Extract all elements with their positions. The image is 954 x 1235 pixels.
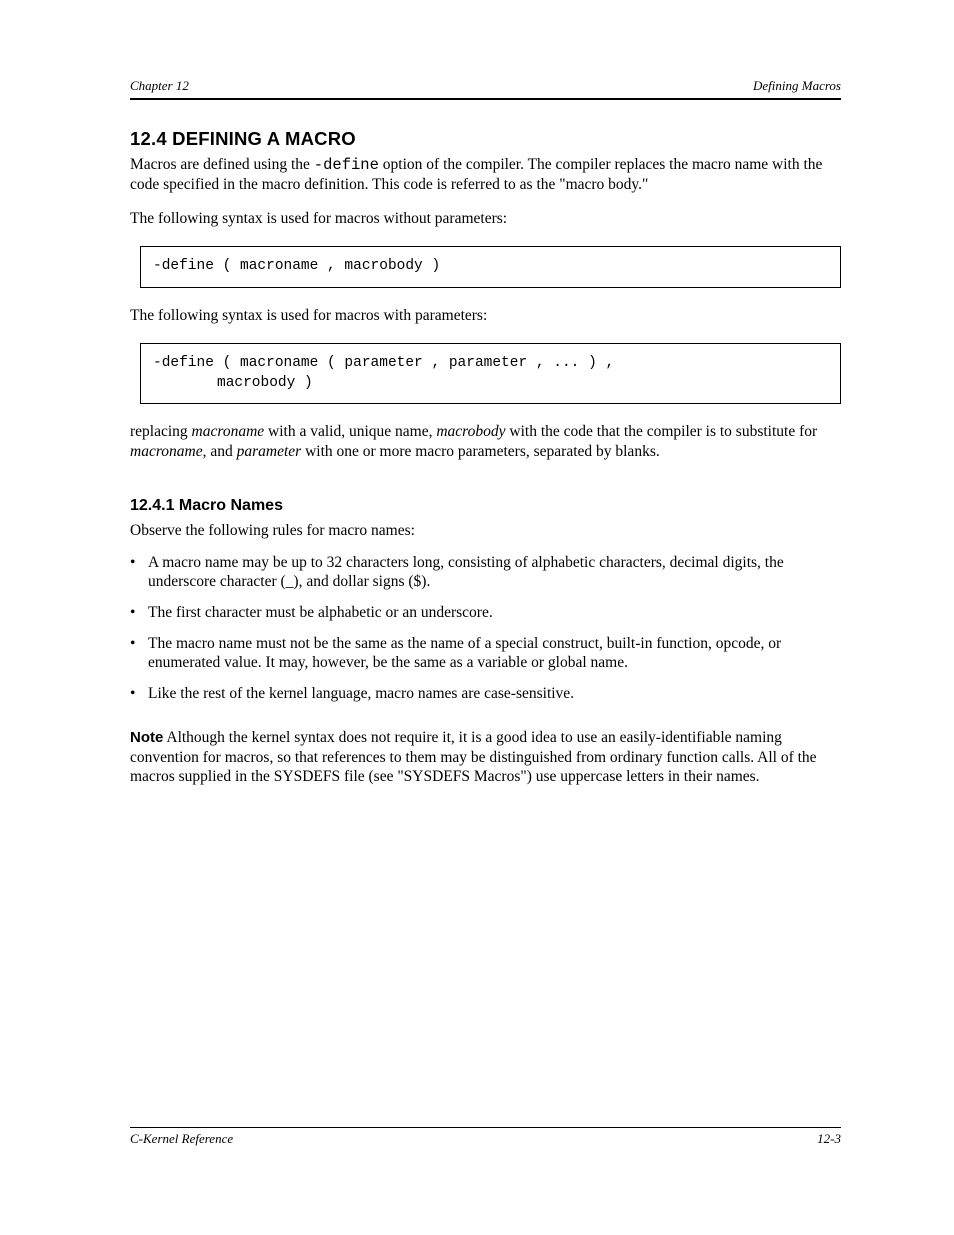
- list-item: • The macro name must not be the same as…: [130, 635, 841, 673]
- bullet-icon: •: [130, 685, 148, 704]
- code-line: -define ( macroname , macrobody ): [153, 257, 828, 277]
- section-heading: 12.4 DEFINING A MACRO: [130, 128, 841, 150]
- header-left: Chapter 12: [130, 78, 189, 94]
- header-right: Defining Macros: [753, 78, 841, 94]
- code-box-with-params: -define ( macroname ( parameter , parame…: [140, 343, 841, 404]
- footer-page-number: 12-3: [817, 1131, 841, 1147]
- bullet-icon: •: [130, 604, 148, 623]
- macroname-var-2: macroname: [130, 443, 203, 460]
- subsection-heading: 12.4.1 Macro Names: [130, 497, 841, 515]
- sysdefs-link: SYSDEFS Macros: [404, 768, 521, 785]
- code-line-2: macrobody ): [153, 374, 828, 394]
- page-header: Chapter 12 Defining Macros: [130, 78, 841, 100]
- list-text: The first character must be alphabetic o…: [148, 604, 841, 623]
- list-item: • A macro name may be up to 32 character…: [130, 554, 841, 592]
- code-line-1: -define ( macroname ( parameter , parame…: [153, 354, 828, 374]
- bullet-icon: •: [130, 554, 148, 592]
- macrobody-var: macrobody: [436, 423, 505, 440]
- intro-paragraph-3: The following syntax is used for macros …: [130, 306, 841, 325]
- note-label: Note: [130, 729, 163, 746]
- list-item: • The first character must be alphabetic…: [130, 604, 841, 623]
- note-paragraph: Note Although the kernel syntax does not…: [130, 728, 841, 787]
- subsection-intro: Observe the following rules for macro na…: [130, 521, 841, 540]
- list-text: The macro name must not be the same as t…: [148, 635, 841, 673]
- code-box-no-params: -define ( macroname , macrobody ): [140, 246, 841, 288]
- intro-paragraph-2: The following syntax is used for macros …: [130, 209, 841, 228]
- define-option-code: -define: [314, 156, 379, 174]
- page-footer: C-Kernel Reference 12-3: [130, 1127, 841, 1147]
- list-text: Like the rest of the kernel language, ma…: [148, 685, 841, 704]
- list-item: • Like the rest of the kernel language, …: [130, 685, 841, 704]
- list-text: A macro name may be up to 32 characters …: [148, 554, 841, 592]
- macroname-var: macroname: [192, 423, 265, 440]
- bullet-icon: •: [130, 635, 148, 673]
- parameter-var: parameter: [237, 443, 302, 460]
- footer-doc-title: C-Kernel Reference: [130, 1131, 233, 1147]
- syntax-explanation: replacing macroname with a valid, unique…: [130, 422, 841, 461]
- intro-paragraph-1: Macros are defined using the -define opt…: [130, 155, 841, 195]
